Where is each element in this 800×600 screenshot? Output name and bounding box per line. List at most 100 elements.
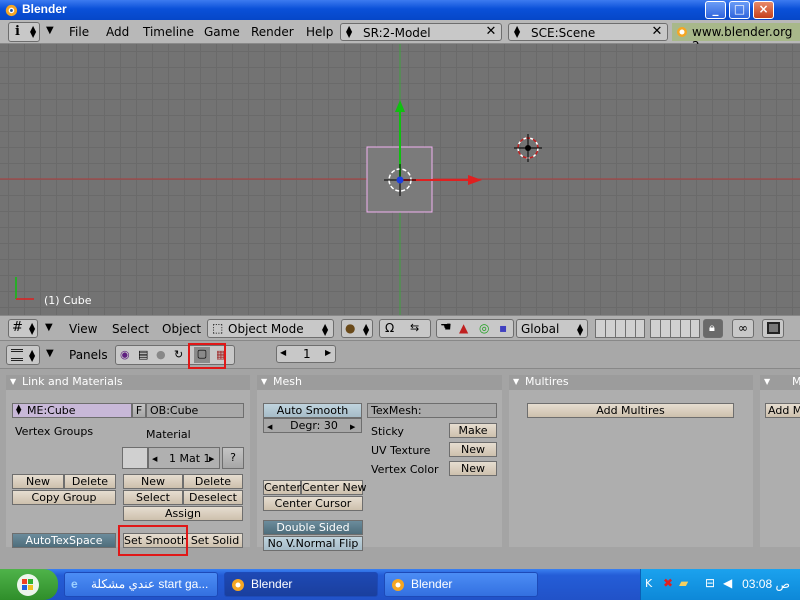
delete-scene-icon[interactable]: ✕ [648, 23, 666, 41]
maximize-button[interactable]: □ [729, 1, 750, 19]
collapse-icon[interactable]: ▼ [10, 375, 16, 389]
menu-view[interactable]: View [69, 322, 97, 336]
texmesh-field[interactable]: TexMesh: [367, 403, 497, 418]
panel-body: Add Multires [509, 390, 753, 547]
panel-header[interactable]: ▼ Mesh [257, 375, 502, 390]
material-delete-button[interactable]: Delete [183, 474, 243, 489]
editor-type-select[interactable]: ▲ ▼ [6, 345, 40, 365]
collapse-menu-icon[interactable]: ▼ [46, 348, 54, 359]
center-new-button[interactable]: Center New [301, 480, 367, 495]
layer-buttons-1[interactable] [595, 319, 645, 338]
collapse-menu-icon[interactable]: ▼ [46, 25, 54, 36]
language-icon[interactable]: K [645, 577, 652, 590]
menu-render[interactable]: Render [251, 25, 294, 39]
screen-select[interactable]: ▲ ▼ SR:2-Model ✕ [340, 23, 502, 41]
clock[interactable]: ص 03:08 [742, 577, 790, 591]
buttons-window: ▼ Link and Materials ▲ ▼ ME:Cube F OB:Cub… [0, 369, 800, 569]
autotexspace-toggle[interactable]: AutoTexSpace [12, 533, 116, 548]
object-icon[interactable]: ↻ [174, 348, 183, 361]
degree-field[interactable]: ◀ Degr: 30 ▶ [263, 418, 362, 433]
copy-group-button[interactable]: Copy Group [12, 490, 116, 505]
mesh-datablock-field[interactable]: ▲ ▼ ME:Cube [12, 403, 132, 418]
double-sided-toggle[interactable]: Double Sided [263, 520, 363, 535]
uv-texture-new-button[interactable]: New [449, 442, 497, 457]
volume-icon[interactable]: ◀ [723, 576, 732, 590]
logic-icon[interactable]: ◉ [120, 348, 130, 361]
material-index-field[interactable]: ◀ 1 Mat 1 ▶ [148, 447, 220, 469]
center-cursor-button[interactable]: Center Cursor [263, 496, 363, 511]
delete-screen-icon[interactable]: ✕ [482, 23, 500, 41]
folder-icon[interactable]: ▰ [679, 576, 688, 590]
draw-type-select[interactable]: ● ▲ ▼ [341, 319, 373, 338]
vgroup-delete-button[interactable]: Delete [64, 474, 116, 489]
collapse-icon[interactable]: ▼ [261, 375, 267, 389]
material-help-button[interactable]: ? [222, 447, 244, 469]
frame-counter[interactable]: ◀ 1 ▶ [276, 345, 336, 363]
add-multires-button[interactable]: Add Multires [527, 403, 734, 418]
updown-arrows-icon: ▲ ▼ [514, 24, 521, 39]
menu-game[interactable]: Game [204, 25, 240, 39]
collapse-menu-icon[interactable]: ▼ [45, 322, 53, 333]
menu-select[interactable]: Select [112, 322, 149, 336]
center-button[interactable]: Center [263, 480, 301, 495]
right-arrow-icon[interactable]: ▶ [209, 453, 214, 466]
taskbar-item-blender-2[interactable]: Blender [384, 572, 538, 597]
taskbar-item-ie[interactable]: e عندي مشكلة start ga... [64, 572, 218, 597]
script-icon[interactable]: ▤ [138, 348, 148, 361]
editor-type-select[interactable]: # ▲ ▼ [8, 319, 38, 338]
lock-layers-button[interactable]: 🔒︎ [703, 319, 723, 338]
vertex-color-new-button[interactable]: New [449, 461, 497, 476]
menu-help[interactable]: Help [306, 25, 333, 39]
3d-viewport[interactable]: (1) Cube [0, 44, 800, 315]
auto-smooth-toggle[interactable]: Auto Smooth [263, 403, 362, 418]
object-name-field[interactable]: OB:Cube [146, 403, 244, 418]
updown-arrows-icon: ▲ ▼ [29, 321, 36, 336]
network-icon[interactable]: ⊟ [705, 576, 715, 590]
layer-buttons-2[interactable] [650, 319, 700, 338]
panel-header[interactable]: ▼ Multires [509, 375, 753, 390]
shading-icon[interactable]: ● [156, 348, 166, 361]
editor-type-select[interactable]: i ▲ ▼ [8, 22, 40, 42]
blender-org-link[interactable]: www.blender.org 2 [672, 23, 800, 53]
left-arrow-icon[interactable]: ◀ [280, 348, 286, 357]
security-icon[interactable]: ✖ [663, 576, 673, 590]
close-button[interactable]: × [753, 1, 774, 19]
set-solid-button[interactable]: Set Solid [187, 533, 243, 548]
multires-panel: ▼ Multires Add Multires [509, 375, 753, 547]
left-arrow-icon[interactable]: ◀ [267, 421, 272, 434]
monkey-icon: ● [345, 321, 356, 335]
scene-select[interactable]: ▲ ▼ SCE:Scene ✕ [508, 23, 668, 41]
editing-button-highlight [188, 343, 226, 369]
sticky-make-button[interactable]: Make [449, 423, 497, 438]
material-deselect-button[interactable]: Deselect [183, 490, 243, 505]
modifiers-panel: ▼ M Add M [760, 375, 800, 547]
render-preview-button[interactable] [762, 319, 784, 338]
panel-header[interactable]: ▼ Link and Materials [6, 375, 250, 390]
material-assign-button[interactable]: Assign [123, 506, 243, 521]
manipulator-group[interactable]: ☚ ▲ ◎ ▪ [436, 319, 514, 338]
pivot-select[interactable]: Ω ⇆ [379, 319, 431, 338]
orientation-select[interactable]: Global ▲ ▼ [516, 319, 588, 338]
left-arrow-icon[interactable]: ◀ [152, 453, 157, 466]
material-new-button[interactable]: New [123, 474, 183, 489]
collapse-icon[interactable]: ▼ [764, 375, 770, 389]
menu-timeline[interactable]: Timeline [143, 25, 194, 39]
menu-file[interactable]: File [69, 25, 89, 39]
right-arrow-icon[interactable]: ▶ [325, 348, 331, 357]
no-vnormal-flip-toggle[interactable]: No V.Normal Flip [263, 536, 363, 551]
material-color-swatch[interactable] [122, 447, 148, 469]
right-arrow-icon[interactable]: ▶ [350, 421, 355, 434]
material-select-button[interactable]: Select [123, 490, 183, 505]
add-modifier-button[interactable]: Add M [765, 403, 800, 418]
start-button[interactable] [0, 569, 58, 600]
render-opengl-button[interactable]: ∞ [732, 319, 754, 338]
minimize-button[interactable]: _ [705, 1, 726, 19]
fake-user-button[interactable]: F [132, 403, 146, 418]
mode-select[interactable]: ⬚ Object Mode ▲ ▼ [207, 319, 334, 338]
collapse-icon[interactable]: ▼ [513, 375, 519, 389]
panel-header[interactable]: ▼ M [760, 375, 800, 390]
menu-add[interactable]: Add [106, 25, 129, 39]
menu-object[interactable]: Object [162, 322, 201, 336]
vgroup-new-button[interactable]: New [12, 474, 64, 489]
taskbar-item-blender-1[interactable]: Blender [224, 572, 378, 597]
